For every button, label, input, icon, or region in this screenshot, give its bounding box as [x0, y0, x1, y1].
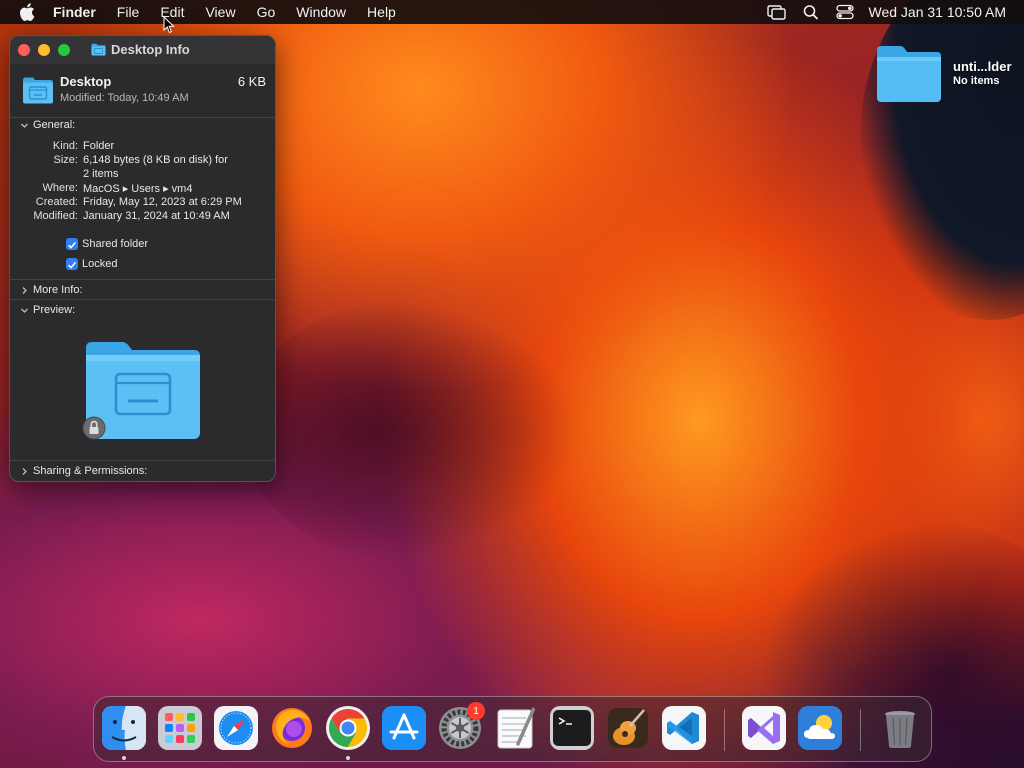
safari-icon[interactable]: [214, 706, 258, 750]
trash-icon[interactable]: [878, 706, 922, 750]
textedit-icon[interactable]: [494, 706, 538, 750]
notification-badge: 1: [467, 702, 485, 720]
menu-go[interactable]: Go: [257, 4, 276, 20]
desktop-info-window: Desktop Info Desktop 6 KB Modified: Toda…: [9, 35, 276, 482]
control-center-icon[interactable]: [835, 4, 855, 20]
menu-help[interactable]: Help: [367, 4, 396, 20]
app-store-icon[interactable]: [382, 706, 426, 750]
vscode-icon[interactable]: [662, 706, 706, 750]
running-indicator: [346, 756, 350, 760]
zoom-window-button[interactable]: [58, 44, 70, 56]
status-area: Wed Jan 31 10:50 AM: [766, 4, 1024, 20]
where-label: Where:: [42, 182, 78, 194]
garageband-icon[interactable]: [606, 706, 650, 750]
shared-folder-label[interactable]: Shared folder: [82, 238, 148, 250]
close-window-button[interactable]: [18, 44, 30, 56]
visual-studio-icon[interactable]: [742, 706, 786, 750]
chrome-icon[interactable]: [326, 706, 370, 750]
divider: [10, 279, 275, 280]
desktop-folder-subtitle: No items: [953, 75, 1000, 87]
item-name: Desktop: [60, 74, 112, 89]
menu-bar: Finder File Edit View Go Window Help Wed…: [0, 0, 1024, 24]
desktop-folder-icon: [23, 77, 53, 104]
terminal-icon[interactable]: [550, 706, 594, 750]
locked-checkbox[interactable]: [66, 258, 78, 270]
divider: [10, 460, 275, 461]
modified-value: January 31, 2024 at 10:49 AM: [83, 210, 230, 222]
general-section-label: General:: [33, 119, 76, 131]
minimize-window-button[interactable]: [38, 44, 50, 56]
launchpad-icon[interactable]: [158, 706, 202, 750]
item-size: 6 KB: [237, 74, 266, 89]
title-folder-icon: [91, 43, 106, 56]
checkmark-icon: [67, 241, 77, 249]
menu-view[interactable]: View: [205, 4, 235, 20]
mouse-cursor-icon: [163, 16, 175, 34]
dock-separator: [724, 709, 725, 751]
modified-label: Modified:: [33, 210, 78, 222]
menu-file[interactable]: File: [117, 4, 140, 20]
created-label: Created:: [35, 196, 78, 208]
chevron-right-icon: [22, 467, 27, 475]
preview-section-label: Preview:: [33, 304, 76, 316]
sharing-section-label: Sharing & Permissions:: [33, 465, 148, 477]
kind-label: Kind:: [52, 140, 78, 152]
spotlight-search-icon[interactable]: [801, 4, 821, 20]
desktop-folder-label[interactable]: unti...lder: [953, 59, 1012, 74]
dock-separator: [860, 709, 861, 751]
item-modified: Modified: Today, 10:49 AM: [60, 92, 189, 104]
divider: [10, 299, 275, 300]
general-section-toggle[interactable]: General:: [20, 119, 75, 131]
chevron-down-icon: [21, 123, 28, 128]
chevron-down-icon: [21, 308, 28, 313]
menu-app-finder[interactable]: Finder: [53, 4, 96, 20]
checkmark-icon: [67, 261, 77, 269]
firefox-icon[interactable]: [270, 706, 314, 750]
screen-mirroring-icon[interactable]: [766, 4, 787, 20]
kind-value: Folder: [83, 140, 115, 152]
finder-icon[interactable]: [102, 706, 146, 750]
menu-clock[interactable]: Wed Jan 31 10:50 AM: [869, 4, 1007, 20]
wallpaper-shadow: [240, 300, 580, 560]
menu-window[interactable]: Window: [296, 4, 346, 20]
size-value: 6,148 bytes (8 KB on disk) for: [83, 154, 228, 166]
window-title: Desktop Info: [111, 42, 190, 57]
preview-folder-icon: [82, 342, 200, 440]
apple-menu-icon[interactable]: [17, 1, 39, 23]
size-value-continued: 2 items: [83, 168, 119, 180]
divider: [10, 117, 275, 118]
sharing-section-toggle[interactable]: Sharing & Permissions:: [20, 465, 147, 477]
desktop-folder-icon[interactable]: [874, 44, 944, 104]
dock: 1: [93, 696, 932, 762]
size-label: Size:: [53, 154, 78, 166]
shared-folder-checkbox[interactable]: [66, 238, 78, 250]
chevron-right-icon: [22, 286, 27, 294]
running-indicator: [122, 756, 126, 760]
weather-icon[interactable]: [798, 706, 842, 750]
locked-label[interactable]: Locked: [82, 258, 117, 270]
preview-section-toggle[interactable]: Preview:: [20, 304, 75, 316]
more-info-section-toggle[interactable]: More Info:: [20, 284, 83, 296]
created-value: Friday, May 12, 2023 at 6:29 PM: [83, 196, 242, 208]
where-value: MacOS ▸ Users ▸ vm4: [83, 183, 193, 195]
more-info-section-label: More Info:: [33, 284, 83, 296]
